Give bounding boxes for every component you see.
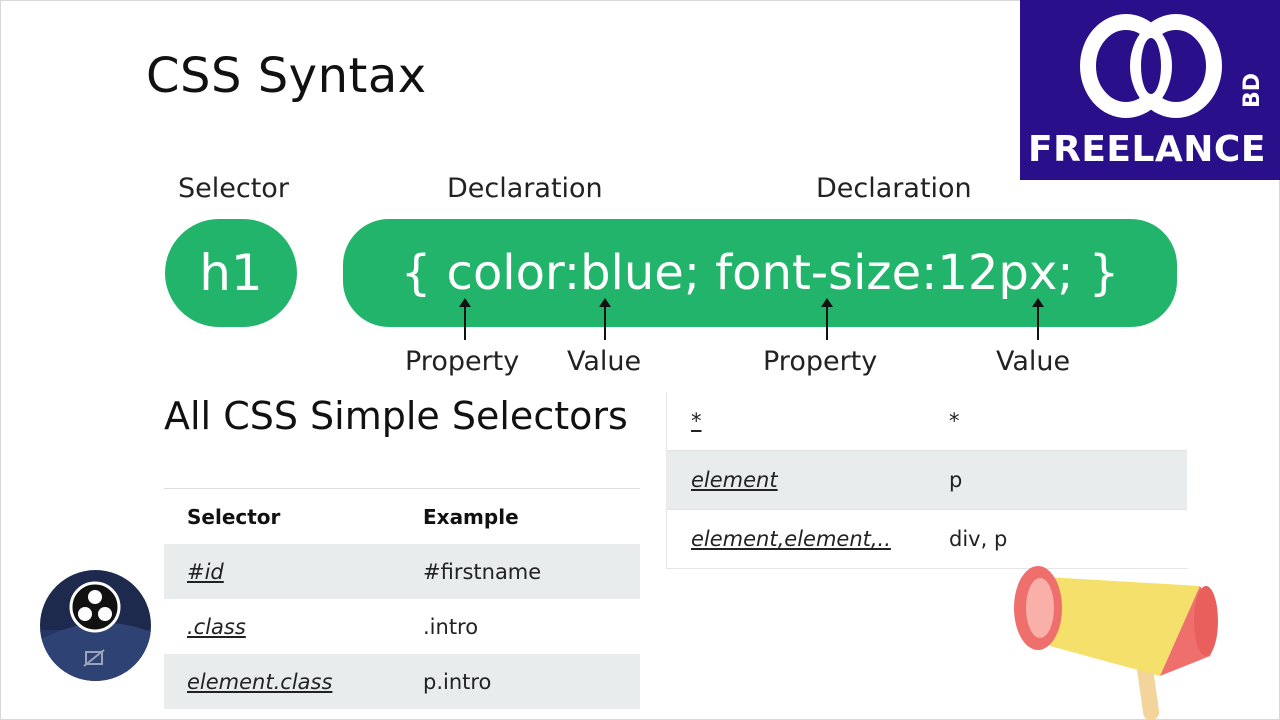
selector-link[interactable]: element.class	[187, 670, 332, 694]
logo-text: FREELANCE	[1028, 129, 1266, 170]
property-arrow-1	[459, 298, 471, 340]
selector-link[interactable]: element	[691, 468, 778, 492]
column-header-example: Example	[423, 504, 519, 529]
property-label-1: Property	[405, 346, 520, 377]
table-row: #id #firstname	[164, 544, 640, 599]
page-title: CSS Syntax	[146, 48, 427, 104]
value-arrow-2	[1032, 298, 1044, 340]
declaration-pill: { color:blue; font-size:12px; }	[343, 219, 1177, 327]
selector-label: Selector	[178, 173, 289, 204]
megaphone-icon	[1014, 566, 1218, 720]
table-header-row: Selector Example	[164, 489, 640, 545]
property-arrow-2	[821, 298, 833, 340]
logo-badge: BD	[1239, 72, 1265, 109]
selector-link[interactable]: .class	[187, 615, 246, 639]
obs-logo-graphic	[40, 581, 151, 681]
declaration-label-2: Declaration	[816, 173, 972, 204]
declaration-label-1: Declaration	[447, 173, 603, 204]
value-label-1: Value	[567, 346, 642, 377]
selector-link[interactable]: #id	[187, 560, 224, 584]
example-cell: #firstname	[423, 559, 542, 584]
table-row: element,element,.. div, p	[666, 510, 1187, 569]
freelance-bd-logo: BD FREELANCE	[1020, 0, 1280, 180]
example-cell: div, p	[949, 527, 1008, 551]
section-title: All CSS Simple Selectors	[164, 394, 628, 438]
table-row: element p	[666, 450, 1187, 510]
example-cell: p.intro	[423, 669, 492, 694]
selector-link[interactable]: element,element,..	[691, 527, 891, 551]
selectors-table: Selector Example #id #firstname .class .…	[164, 488, 640, 709]
column-header-selector: Selector	[187, 504, 281, 529]
property-label-2: Property	[763, 346, 878, 377]
example-cell: *	[949, 392, 1187, 451]
selector-link[interactable]: *	[691, 409, 702, 433]
obs-icon[interactable]	[40, 570, 151, 681]
table-row: .class .intro	[164, 599, 640, 654]
example-cell: p	[949, 450, 1187, 510]
selectors-table-2: * * element p element,element,.. div, p	[666, 392, 1187, 568]
table-row: element.class p.intro	[164, 654, 640, 709]
selector-pill: h1	[165, 219, 297, 327]
value-arrow-1	[599, 298, 611, 340]
value-label-2: Value	[996, 346, 1071, 377]
example-cell: .intro	[423, 614, 479, 639]
table-row: * *	[666, 392, 1187, 451]
